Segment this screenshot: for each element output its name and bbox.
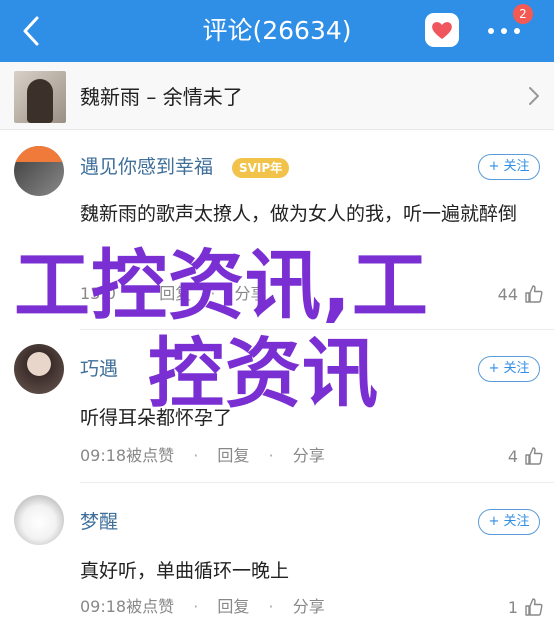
reply-button[interactable]: 回复 [217, 446, 249, 465]
like-button[interactable]: 4 [470, 445, 544, 469]
dot-icon [501, 28, 507, 34]
reply-button[interactable]: 回复 [217, 597, 249, 616]
notification-badge: 2 [513, 4, 533, 24]
dot-icon [488, 28, 494, 34]
like-button[interactable]: 1 [470, 596, 544, 620]
comment-time: 09:18被点赞 [80, 446, 175, 465]
comment-text: 真好听，单曲循环一晚上 [80, 560, 290, 582]
share-button[interactable]: 分享 [293, 597, 325, 616]
thumbs-up-icon [525, 447, 543, 465]
comment-time: 09:18被点赞 [80, 597, 175, 616]
thumbs-up-icon [525, 598, 543, 616]
avatar[interactable] [14, 344, 64, 394]
comment-text: 魏新雨的歌声太撩人，做为女人的我，听一遍就醉倒 [80, 203, 518, 225]
share-button[interactable]: 分享 [293, 446, 325, 465]
share-button[interactable]: 分享 [235, 284, 267, 303]
separator: · [268, 446, 274, 465]
follow-button[interactable]: + 关注 [478, 154, 540, 180]
comment-username[interactable]: 梦醒 [80, 509, 118, 535]
comment-meta: 09:18被点赞 · 回复 · 分享 [80, 445, 325, 467]
like-count: 44 [497, 285, 518, 304]
separator: · [193, 597, 199, 616]
avatar[interactable] [14, 495, 64, 545]
separator: · [193, 446, 199, 465]
comment-item: 梦醒 + 关注 真好听，单曲循环一晚上 09:18被点赞 · 回复 · 分享 1 [0, 483, 554, 635]
heart-icon [432, 22, 452, 39]
comment-meta: 09:18被点赞 · 回复 · 分享 [80, 596, 325, 618]
reply-button[interactable]: 回复 [159, 284, 191, 303]
like-button[interactable]: 44 [470, 283, 544, 307]
avatar[interactable] [14, 146, 64, 196]
like-song-button[interactable] [425, 13, 459, 47]
song-title: 魏新雨 – 余情未了 [80, 85, 243, 109]
comment-item: 遇见你感到幸福 SVIP年 + 关注 魏新雨的歌声太撩人，做为女人的我，听一遍就… [0, 130, 554, 330]
song-info-bar[interactable]: 魏新雨 – 余情未了 [0, 62, 554, 130]
comment-time: 13:0 [80, 284, 116, 303]
app-header: 评论(26634) 2 [0, 0, 554, 62]
comment-username[interactable]: 巧遇 [80, 356, 118, 382]
avatar-decoration [14, 146, 64, 162]
like-count: 4 [507, 447, 518, 466]
thumbs-up-icon [525, 285, 543, 303]
comment-meta: 13:0 · 回复 · 分享 [80, 283, 267, 305]
separator: · [135, 284, 141, 303]
like-count: 1 [507, 598, 518, 617]
separator: · [210, 284, 216, 303]
comment-item: 巧遇 + 关注 听得耳朵都怀孕了 09:18被点赞 · 回复 · 分享 4 [0, 330, 554, 483]
chevron-right-icon[interactable] [526, 84, 542, 108]
album-cover-image [14, 71, 66, 123]
dot-icon [514, 28, 520, 34]
page-title: 评论(26634) [202, 16, 352, 45]
vip-badge: SVIP年 [232, 158, 290, 178]
separator: · [268, 597, 274, 616]
comment-text: 听得耳朵都怀孕了 [80, 407, 233, 429]
follow-button[interactable]: + 关注 [478, 356, 540, 382]
comment-username[interactable]: 遇见你感到幸福 [80, 154, 213, 180]
follow-button[interactable]: + 关注 [478, 509, 540, 535]
